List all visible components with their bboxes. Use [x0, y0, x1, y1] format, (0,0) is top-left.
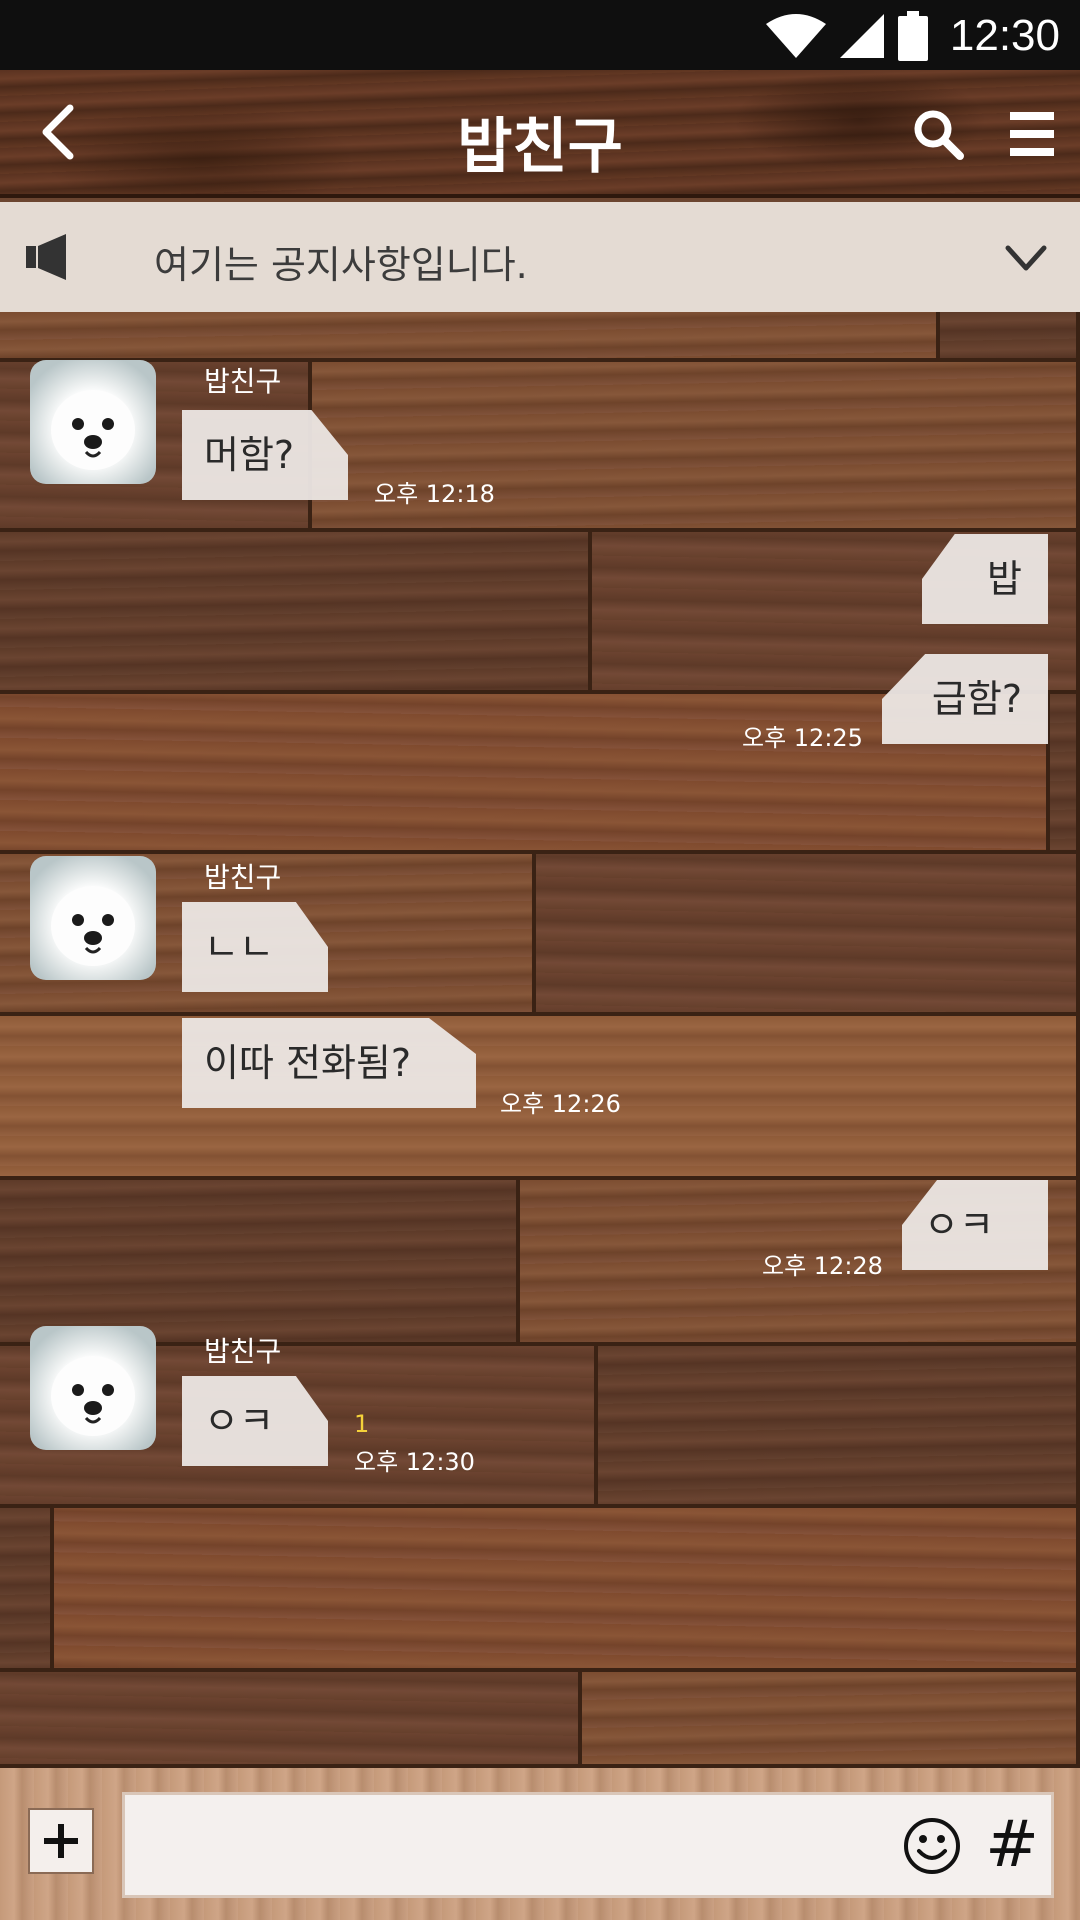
message-time: 오후 12:28	[762, 1252, 883, 1280]
wood-plank	[0, 1508, 54, 1672]
input-bar: #	[0, 1768, 1080, 1920]
battery-icon	[897, 11, 928, 61]
sender-name: 밥친구	[204, 365, 282, 398]
sender-name: 밥친구	[204, 861, 282, 894]
wood-plank	[582, 1672, 1080, 1768]
message-time: 오후 12:18	[374, 480, 495, 508]
clock: 12:30	[949, 11, 1060, 60]
wood-plank	[54, 1508, 1080, 1672]
message-input-box: #	[122, 1792, 1054, 1898]
attach-button[interactable]	[28, 1808, 94, 1874]
dog-avatar-icon	[51, 390, 135, 470]
notice-banner[interactable]: 여기는 공지사항입니다.	[0, 202, 1080, 312]
message-bubble[interactable]: 이따 전화됨?	[182, 1018, 476, 1108]
avatar[interactable]	[30, 856, 156, 980]
search-icon[interactable]	[912, 108, 964, 160]
message-time: 오후 12:30	[354, 1448, 475, 1476]
avatar[interactable]	[30, 1326, 156, 1450]
speaker-icon	[26, 234, 66, 280]
unread-count: 1	[354, 1410, 370, 1438]
emoji-icon[interactable]	[901, 1815, 963, 1877]
wood-plank	[0, 1672, 582, 1768]
wood-plank	[0, 312, 940, 362]
app-bar: 밥친구	[0, 70, 1080, 198]
avatar[interactable]	[30, 360, 156, 484]
dog-avatar-icon	[51, 1356, 135, 1436]
wood-plank	[1050, 694, 1080, 854]
sender-name: 밥친구	[204, 1335, 282, 1368]
message-input[interactable]	[145, 1815, 785, 1877]
dog-avatar-icon	[51, 886, 135, 966]
notice-text: 여기는 공지사항입니다.	[154, 243, 528, 287]
chat-area[interactable]: 밥친구 머함? 오후 12:18 밥 급함? 오후 12:25 밥친구 ㄴㄴ 이…	[0, 312, 1080, 1768]
menu-icon[interactable]	[1010, 110, 1054, 158]
wifi-icon	[765, 14, 826, 58]
wood-plank	[0, 532, 592, 694]
wood-plank	[598, 1346, 1080, 1508]
wood-plank	[0, 1180, 520, 1346]
wood-plank	[536, 854, 1080, 1016]
message-time: 오후 12:25	[742, 724, 863, 752]
cell-signal-icon	[839, 14, 884, 58]
message-time: 오후 12:26	[500, 1090, 621, 1118]
status-bar: 12:30	[0, 0, 1080, 70]
chevron-down-icon[interactable]	[1004, 238, 1048, 278]
wood-plank	[940, 312, 1080, 362]
hashtag-button[interactable]: #	[979, 1809, 1045, 1881]
plus-icon	[44, 1824, 78, 1858]
